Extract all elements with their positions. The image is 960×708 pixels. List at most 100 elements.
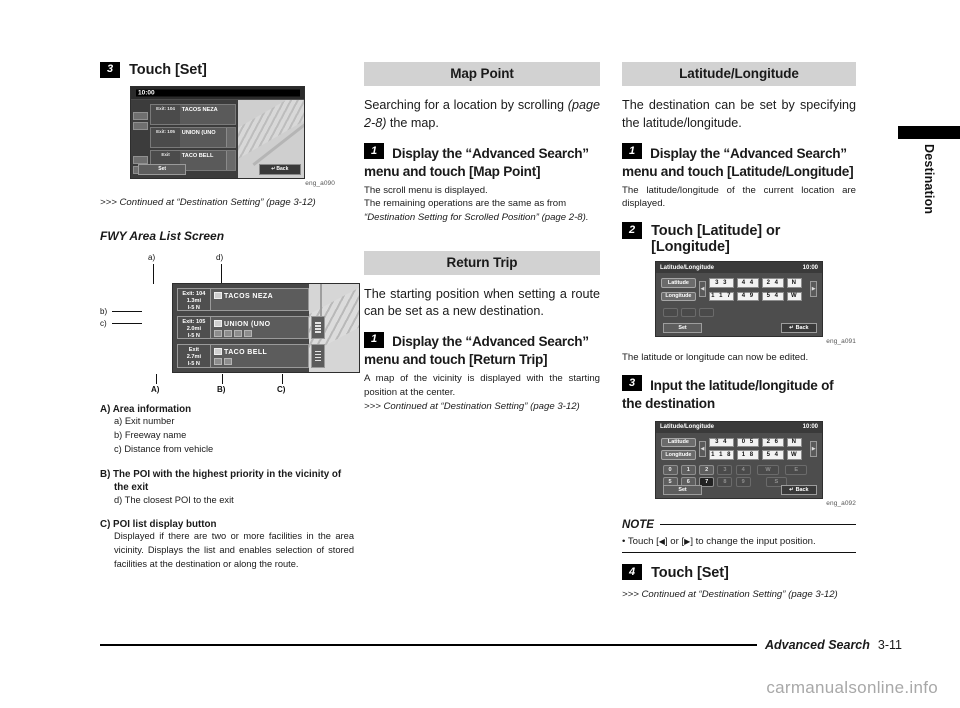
- fwy-row[interactable]: Exit 2.7mi I-5 N TACO BELL: [176, 343, 325, 368]
- step-title: Touch [Set]: [129, 62, 207, 78]
- fwy-area-list-figure: a) d) b) c) Exit: 104 1.3mi I-5 N TACOS …: [100, 253, 360, 394]
- keypad-key[interactable]: [662, 307, 678, 317]
- poi-by-freeway-screenshot: POI by Freeway 10:00 Exit: 104 TACOS NEZ…: [130, 85, 305, 179]
- poi-list-button-icon[interactable]: [225, 127, 236, 147]
- nav-title-bar: Latitude/Longitude 10:00: [656, 421, 822, 433]
- step-number: 3: [622, 375, 643, 392]
- map-point-body-2: The remaining operations are the same as…: [364, 198, 567, 210]
- longitude-button[interactable]: Longitude: [660, 291, 696, 302]
- area-information: Exit 2.7mi I-5 N: [176, 343, 212, 368]
- poi-category-icons: [214, 329, 308, 337]
- step-title: Display the “Advanced Search” menu and t…: [364, 145, 589, 179]
- leader-line: [112, 323, 142, 325]
- keypad-key-3[interactable]: 3: [717, 464, 733, 475]
- lat-seconds[interactable]: 2 6: [762, 437, 784, 448]
- latitude-button[interactable]: Latitude: [660, 437, 696, 448]
- keypad-key-2[interactable]: 2: [699, 464, 715, 475]
- callout-b: b): [100, 307, 108, 317]
- poi-list-button-icon[interactable]: [225, 150, 236, 170]
- back-arrow-icon: ↵: [789, 325, 794, 332]
- keypad-key-east[interactable]: E: [785, 464, 808, 475]
- poi-row[interactable]: Exit: 105 UNION (UNO: [150, 126, 237, 148]
- fwy-row[interactable]: Exit: 104 1.3mi I-5 N TACOS NEZA: [176, 287, 309, 312]
- prev-position-icon[interactable]: ◀: [699, 281, 706, 298]
- lon-degrees[interactable]: 1 1 8: [709, 450, 734, 461]
- lodging-icon: [224, 329, 233, 337]
- poi-name: UNION (UNO: [211, 315, 309, 340]
- left-column: 3 Touch [Set] POI by Freeway 10:00 Exit:…: [100, 61, 360, 572]
- atm-icon: [234, 329, 243, 337]
- lat-degrees[interactable]: 3 3: [709, 278, 734, 288]
- scroll-down-icon[interactable]: [133, 156, 149, 165]
- keypad-key-4[interactable]: 4: [735, 464, 751, 475]
- watermark: carmanualsonline.info: [766, 678, 938, 697]
- section-heading-return-trip: Return Trip: [364, 250, 600, 275]
- map-point-step-1: 1 Display the “Advanced Search” menu and …: [364, 143, 600, 181]
- note-text: • Touch [◀] or [▶] to change the input p…: [622, 535, 816, 547]
- keypad-key-1[interactable]: 1: [680, 464, 696, 475]
- legend-key: B) The POI with the highest priority in …: [100, 468, 342, 494]
- section-heading-map-point: Map Point: [364, 62, 600, 86]
- leader-line: [282, 374, 283, 385]
- manual-page: Destination 3 Touch [Set] POI by Freeway…: [0, 0, 960, 708]
- lon-seconds[interactable]: 5 4: [762, 291, 784, 302]
- keypad-key-west[interactable]: W: [757, 464, 779, 475]
- note-rule: [659, 524, 856, 526]
- rest-area-icon: [224, 357, 233, 365]
- lon-degrees[interactable]: 1 1 7: [709, 291, 734, 302]
- lon-minutes[interactable]: 4 9: [737, 291, 759, 302]
- lon-seconds[interactable]: 5 4: [762, 450, 784, 461]
- latitude-button[interactable]: Latitude: [660, 278, 696, 288]
- set-button[interactable]: Set: [662, 484, 703, 495]
- scroll-up-icon[interactable]: [133, 112, 149, 121]
- back-arrow-icon: ↵: [789, 486, 794, 493]
- step-3-heading: 3 Touch [Set]: [100, 61, 354, 80]
- lat-long-intro: The destination can be set by specifying…: [622, 98, 856, 130]
- poi-list-display-button[interactable]: [311, 343, 325, 368]
- set-button[interactable]: Set: [662, 323, 703, 334]
- back-button[interactable]: ↵ Back: [259, 164, 301, 175]
- back-arrow-icon: ↵: [271, 166, 276, 173]
- nav-clock: 10:00: [136, 89, 300, 97]
- fwy-row[interactable]: Exit: 105 2.0mi I-5 N UNION (UNO: [176, 315, 325, 340]
- exit-info: Exit: 105: [151, 127, 180, 147]
- step-number: 1: [622, 143, 643, 160]
- lat-minutes[interactable]: 4 4: [737, 278, 759, 288]
- step-title: Display the “Advanced Search” menu and t…: [364, 334, 589, 368]
- return-trip-intro: The starting position when setting a rou…: [364, 286, 600, 319]
- legend-block: A) Area information a) Exit number b) Fr…: [100, 404, 354, 572]
- prev-position-icon[interactable]: ◀: [699, 440, 706, 458]
- nav-title-text: Latitude/Longitude: [660, 424, 714, 431]
- keypad-key-9[interactable]: 9: [735, 477, 751, 487]
- chapter-tab: Destination: [864, 126, 960, 256]
- back-button[interactable]: ↵ Back: [780, 323, 818, 334]
- lon-hemisphere[interactable]: W: [787, 450, 803, 461]
- lon-hemisphere[interactable]: W: [787, 291, 803, 302]
- keypad-key-0[interactable]: 0: [662, 464, 678, 475]
- note-title: NOTE: [622, 518, 654, 531]
- lat-degrees[interactable]: 3 4: [709, 437, 734, 448]
- middle-column: Map Point Searching for a location by sc…: [364, 62, 600, 413]
- leader-line: [112, 311, 142, 313]
- keypad-key[interactable]: [699, 307, 715, 317]
- keypad-key-8[interactable]: 8: [717, 477, 733, 487]
- back-button[interactable]: ↵ Back: [780, 484, 818, 495]
- lon-minutes[interactable]: 1 8: [737, 450, 759, 461]
- longitude-button[interactable]: Longitude: [660, 450, 696, 461]
- lat-minutes[interactable]: 0 5: [737, 437, 759, 448]
- map-point-body-1: The scroll menu is displayed.: [364, 184, 488, 196]
- poi-list-display-button[interactable]: [311, 315, 325, 340]
- leader-line: [221, 264, 222, 285]
- keypad-key[interactable]: [680, 307, 696, 317]
- next-position-icon[interactable]: ▶: [810, 281, 818, 298]
- lat-hemisphere[interactable]: N: [787, 437, 803, 448]
- set-button[interactable]: Set: [137, 164, 187, 175]
- scroll-page-up-icon[interactable]: [133, 122, 149, 131]
- scroll-controls[interactable]: [133, 112, 149, 175]
- lat-long-step-1: 1 Display the “Advanced Search” menu and …: [622, 143, 856, 181]
- lat-hemisphere[interactable]: N: [787, 278, 803, 288]
- poi-category-icons: [214, 357, 308, 365]
- poi-row[interactable]: Exit: 104 TACOS NEZA: [150, 103, 237, 125]
- next-position-icon[interactable]: ▶: [810, 440, 818, 458]
- lat-seconds[interactable]: 2 4: [762, 278, 784, 288]
